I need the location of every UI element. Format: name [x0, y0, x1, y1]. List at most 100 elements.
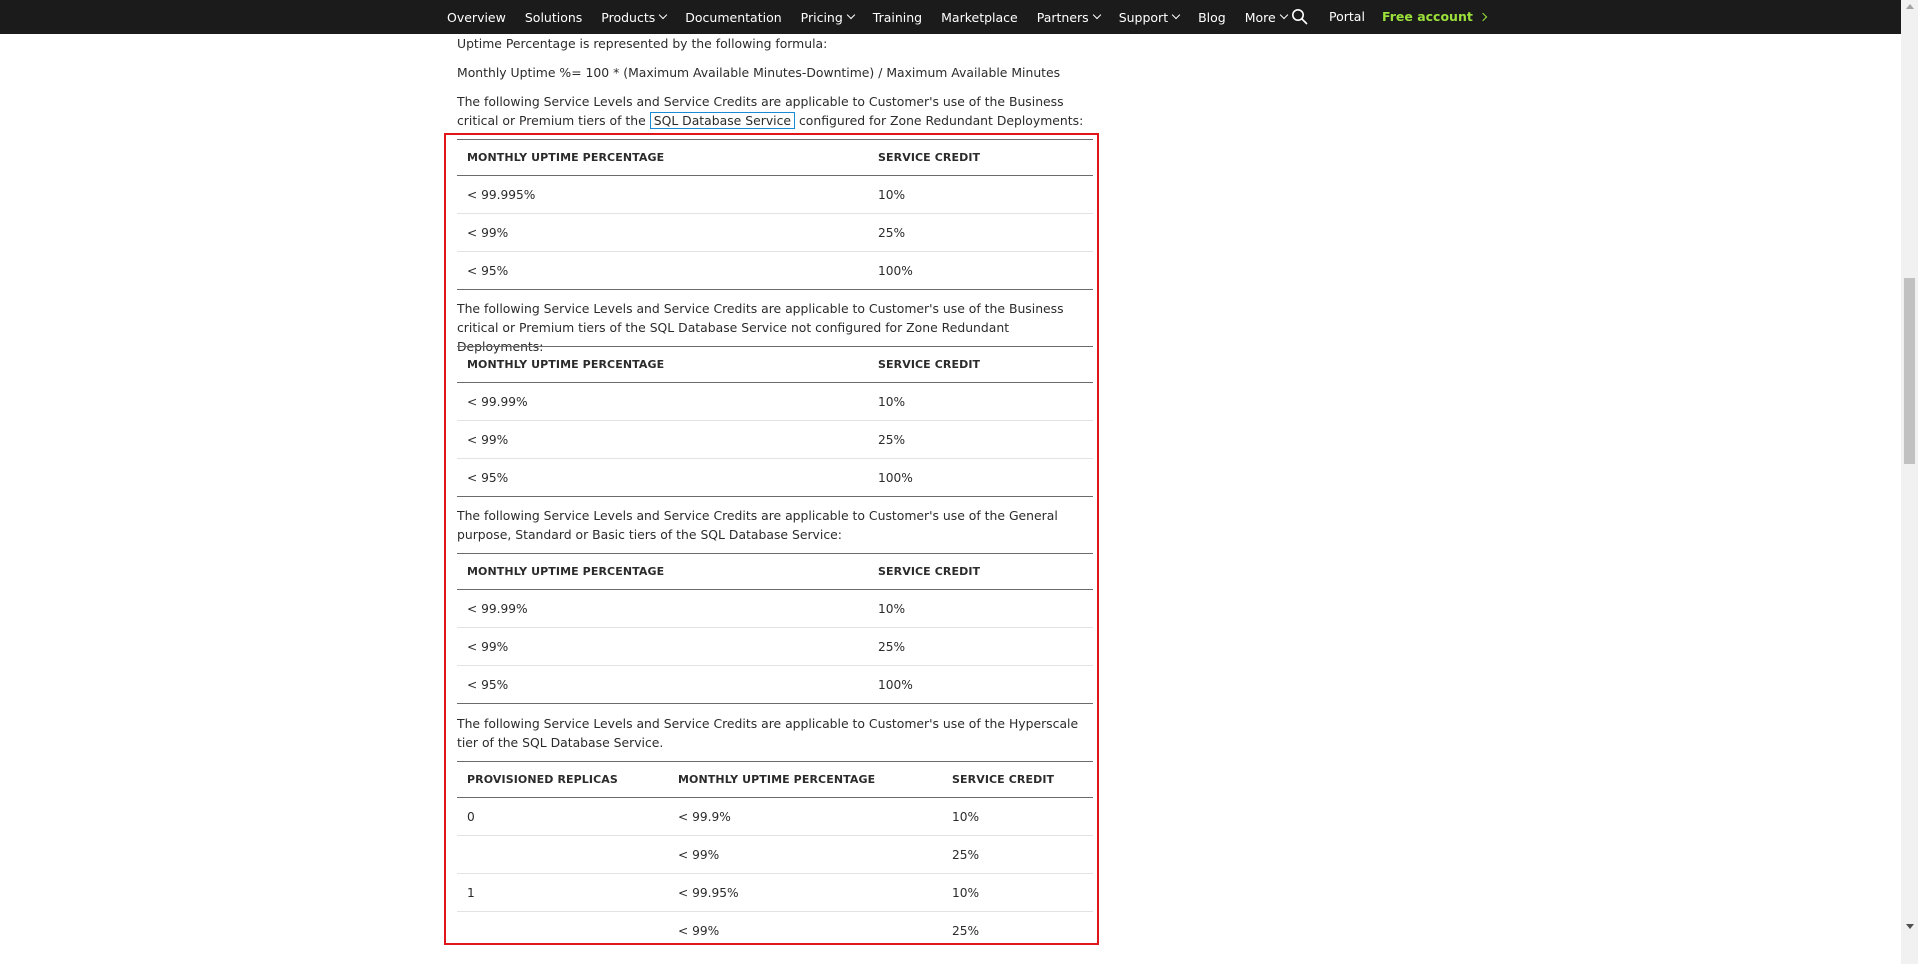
free-account-link[interactable]: Free account: [1382, 0, 1488, 34]
table-row: 0 < 99.9% 10%: [457, 797, 1093, 836]
table-cell: 1: [457, 873, 668, 912]
table-cell: 0: [457, 797, 668, 836]
table-cell: 10%: [868, 175, 1093, 214]
column-header: MONTHLY UPTIME PERCENTAGE: [457, 139, 868, 176]
table-cell: < 99.95%: [668, 873, 942, 912]
free-account-label: Free account: [1382, 9, 1473, 24]
scrollbar-thumb[interactable]: [1904, 278, 1915, 464]
column-header: SERVICE CREDIT: [868, 346, 1093, 383]
column-header: MONTHLY UPTIME PERCENTAGE: [668, 761, 942, 798]
table-cell: < 95%: [457, 251, 868, 290]
nav-item-support[interactable]: Support: [1118, 9, 1181, 25]
nav-item-label: Products: [601, 9, 656, 25]
table-cell: 10%: [942, 873, 1093, 912]
column-header: SERVICE CREDIT: [868, 553, 1093, 590]
nav-item-label: Marketplace: [941, 9, 1018, 25]
table-cell: < 95%: [457, 665, 868, 704]
column-header: SERVICE CREDIT: [942, 761, 1093, 798]
scroll-down-arrow-icon[interactable]: [1906, 924, 1914, 929]
nav-item-training[interactable]: Training: [873, 10, 922, 25]
search-icon[interactable]: [1291, 8, 1308, 25]
chevron-down-icon: [846, 10, 856, 20]
table-cell: < 99.995%: [457, 175, 868, 214]
nav-item-marketplace[interactable]: Marketplace: [941, 10, 1018, 25]
table-cell: < 99.9%: [668, 797, 942, 836]
table-row: < 99% 25%: [457, 627, 1093, 666]
scroll-up-arrow-icon[interactable]: [1906, 4, 1914, 9]
column-header: SERVICE CREDIT: [868, 139, 1093, 176]
chevron-down-icon: [1279, 10, 1288, 20]
paragraph-hyperscale: The following Service Levels and Service…: [457, 716, 1079, 750]
table-cell: [457, 912, 668, 950]
table-header-row: MONTHLY UPTIME PERCENTAGE SERVICE CREDIT: [457, 346, 1093, 383]
nav-item-label: Support: [1118, 9, 1169, 25]
intro-text: Uptime Percentage is represented by the …: [457, 36, 828, 51]
nav-item-overview[interactable]: Overview: [447, 10, 506, 25]
table-row: < 99% 25%: [457, 213, 1093, 252]
nav-item-label: Solutions: [524, 9, 583, 25]
table-cell: [457, 835, 668, 874]
table-header-row: MONTHLY UPTIME PERCENTAGE SERVICE CREDIT: [457, 553, 1093, 590]
sla-table-hyperscale: PROVISIONED REPLICAS MONTHLY UPTIME PERC…: [457, 761, 1093, 950]
nav-item-label: Documentation: [685, 9, 782, 25]
table-cell: 25%: [868, 420, 1093, 459]
formula-text: Monthly Uptime %= 100 * (Maximum Availab…: [457, 65, 1061, 80]
table-row: < 95% 100%: [457, 665, 1093, 704]
nav-item-pricing[interactable]: Pricing: [800, 9, 856, 25]
table-cell: 10%: [868, 382, 1093, 421]
table-cell: 25%: [868, 213, 1093, 252]
table-cell: 25%: [868, 627, 1093, 666]
table-cell: < 95%: [457, 458, 868, 497]
paragraph-general-purpose: The following Service Levels and Service…: [457, 508, 1058, 542]
table-row: < 95% 100%: [457, 251, 1093, 290]
table-row: < 99.995% 10%: [457, 175, 1093, 214]
nav-item-label: Blog: [1198, 9, 1226, 25]
table-row: < 99% 25%: [457, 912, 1093, 950]
top-navigation-bar: Overview Solutions Products Documentatio…: [0, 0, 1918, 34]
table-cell: 10%: [868, 589, 1093, 628]
table-header-row: PROVISIONED REPLICAS MONTHLY UPTIME PERC…: [457, 761, 1093, 798]
column-header: PROVISIONED REPLICAS: [457, 761, 668, 798]
table-cell: < 99%: [678, 923, 720, 938]
table-cell: 25%: [942, 835, 1093, 874]
table-header-row: MONTHLY UPTIME PERCENTAGE SERVICE CREDIT: [457, 139, 1093, 176]
nav-item-solutions[interactable]: Solutions: [525, 10, 582, 25]
nav-item-label: Pricing: [800, 9, 843, 25]
nav-item-label: Training: [872, 9, 923, 25]
sla-table-general-purpose: MONTHLY UPTIME PERCENTAGE SERVICE CREDIT…: [457, 553, 1093, 704]
table-cell: 100%: [868, 665, 1093, 704]
table-row: < 99% 25%: [457, 835, 1093, 874]
table-row: < 95% 100%: [457, 458, 1093, 497]
table-cell: < 99%: [668, 835, 942, 874]
nav-item-products[interactable]: Products: [601, 9, 668, 25]
paragraph-text: configured for Zone Redundant Deployment…: [799, 113, 1084, 128]
column-header: MONTHLY UPTIME PERCENTAGE: [457, 553, 868, 590]
table-row: < 99% 25%: [457, 420, 1093, 459]
nav-menu: Overview Solutions Products Documentatio…: [447, 0, 1306, 34]
nav-item-partners[interactable]: Partners: [1037, 10, 1101, 25]
table-cell: < 99%: [457, 420, 868, 459]
chevron-right-icon: [1478, 12, 1488, 22]
vertical-scrollbar[interactable]: [1901, 0, 1918, 964]
sla-table-not-zone-redundant: MONTHLY UPTIME PERCENTAGE SERVICE CREDIT…: [457, 346, 1093, 497]
table-row: 1 < 99.95% 10%: [457, 873, 1093, 912]
table-row: < 99.99% 10%: [457, 382, 1093, 421]
paragraph-zone-redundant: The following Service Levels and Service…: [457, 92, 1093, 130]
nav-item-label: More: [1244, 9, 1276, 25]
table-cell: 100%: [868, 458, 1093, 497]
table-row: < 99.99% 10%: [457, 589, 1093, 628]
portal-link[interactable]: Portal: [1329, 0, 1365, 34]
chevron-down-icon: [1171, 10, 1181, 20]
table-cell: 25%: [952, 923, 980, 938]
column-header: MONTHLY UPTIME PERCENTAGE: [457, 346, 868, 383]
nav-item-documentation[interactable]: Documentation: [685, 10, 781, 25]
table-cell: 100%: [868, 251, 1093, 290]
table-cell: < 99.99%: [457, 382, 868, 421]
nav-item-label: Overview: [447, 9, 506, 25]
chevron-down-icon: [1092, 10, 1101, 20]
table-cell: < 99%: [457, 213, 868, 252]
nav-item-blog[interactable]: Blog: [1198, 10, 1226, 25]
nav-item-more[interactable]: More: [1244, 9, 1288, 25]
table-cell: < 99.99%: [457, 589, 868, 628]
sql-database-service-link[interactable]: SQL Database Service: [649, 112, 796, 129]
